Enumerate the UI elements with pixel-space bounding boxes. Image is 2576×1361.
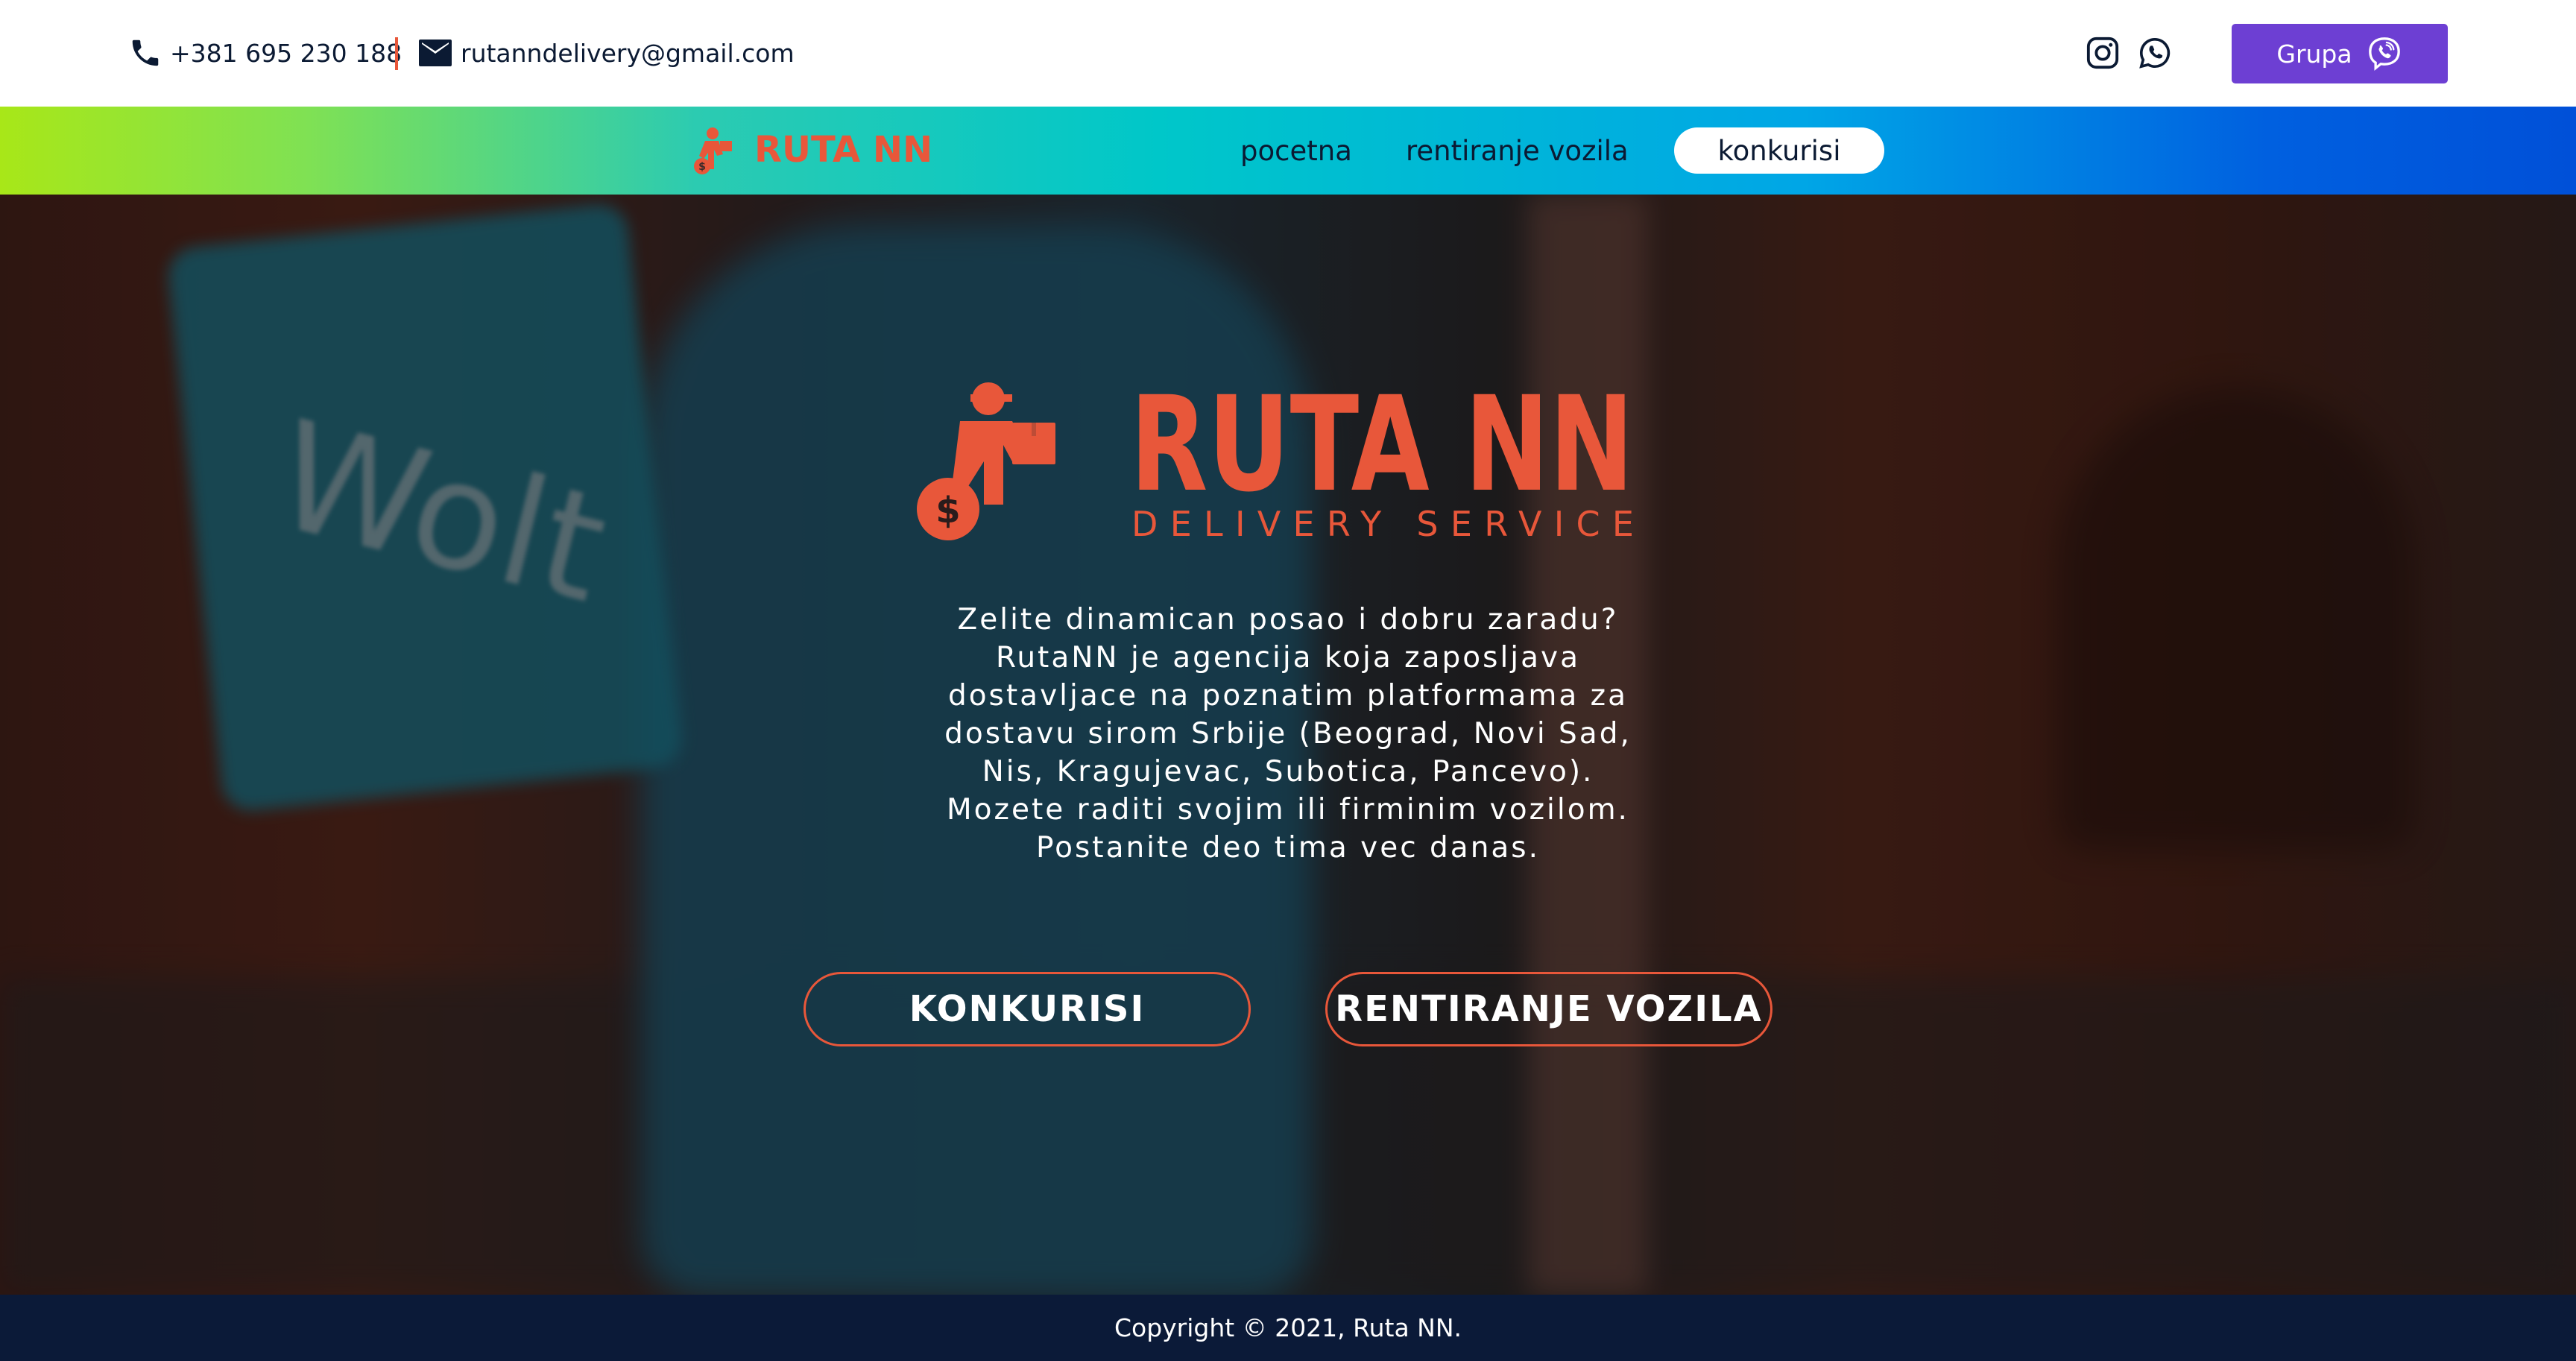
main-navigation: $ RUTA NN pocetna rentiranje vozila konk… xyxy=(0,107,2576,195)
page-footer: Copyright © 2021, Ruta NN. xyxy=(0,1295,2576,1361)
hero-description-line: dostavljace na poznatim platformama za xyxy=(947,679,1629,713)
nav-logo[interactable]: $ RUTA NN xyxy=(692,124,932,178)
whatsapp-icon[interactable] xyxy=(2136,34,2174,72)
hero-logo-title: RUTA NN xyxy=(1130,379,1634,521)
hero-description-line: Mozete raditi svojim ili firminim vozilo… xyxy=(947,793,1629,827)
viber-group-button[interactable]: Grupa xyxy=(2232,24,2448,83)
viber-group-label: Grupa xyxy=(2276,39,2352,69)
contact-divider xyxy=(395,37,398,70)
phone-icon xyxy=(132,40,159,66)
ruta-nn-logo-large: $ RUTA NN DELIVERY SERVICE xyxy=(917,368,1634,544)
copyright-text: Copyright © 2021, Ruta NN. xyxy=(1114,1313,1462,1342)
hero-section: Wolt $ RUTA NN DELIVERY SERVICE Zelite d… xyxy=(0,195,2576,1295)
contact-phone[interactable]: +381 695 230 188 xyxy=(128,34,402,72)
nav-logo-text: RUTA NN xyxy=(754,129,930,171)
svg-text:$: $ xyxy=(698,161,706,173)
phone-number: +381 695 230 188 xyxy=(170,38,402,68)
hero-description-line: dostavu sirom Srbije (Beograd, Novi Sad, xyxy=(944,717,1632,751)
envelope-icon xyxy=(419,40,452,66)
email-address: rutanndelivery@gmail.com xyxy=(461,38,795,68)
hero-description-line: Zelite dinamican posao i dobru zaradu? xyxy=(957,603,1619,637)
rentiranje-vozila-button[interactable]: RENTIRANJE VOZILA xyxy=(1325,972,1772,1046)
hero-description-line: RutaNN je agencija koja zaposljava xyxy=(995,641,1581,675)
nav-konkurisi-label: konkurisi xyxy=(1717,134,1841,167)
hero-description-line: Nis, Kragujevac, Subotica, Pancevo). xyxy=(982,755,1594,789)
nav-konkurisi[interactable]: konkurisi xyxy=(1674,127,1884,174)
ruta-nn-logo-small: $ RUTA NN xyxy=(694,127,932,174)
nav-rentiranje-vozila[interactable]: rentiranje vozila xyxy=(1406,135,1629,167)
svg-text:$: $ xyxy=(935,490,960,531)
contact-email[interactable]: rutanndelivery@gmail.com xyxy=(417,34,795,72)
hero-description: Zelite dinamican posao i dobru zaradu? R… xyxy=(915,601,1661,867)
nav-pocetna[interactable]: pocetna xyxy=(1240,135,1352,167)
konkurisi-button[interactable]: KONKURISI xyxy=(804,972,1251,1046)
viber-icon xyxy=(2368,37,2400,71)
top-contact-bar: +381 695 230 188 rutanndelivery@gmail.co… xyxy=(0,0,2576,107)
instagram-icon[interactable] xyxy=(2084,34,2121,72)
hero-description-line: Postanite deo tima vec danas. xyxy=(1035,831,1541,865)
